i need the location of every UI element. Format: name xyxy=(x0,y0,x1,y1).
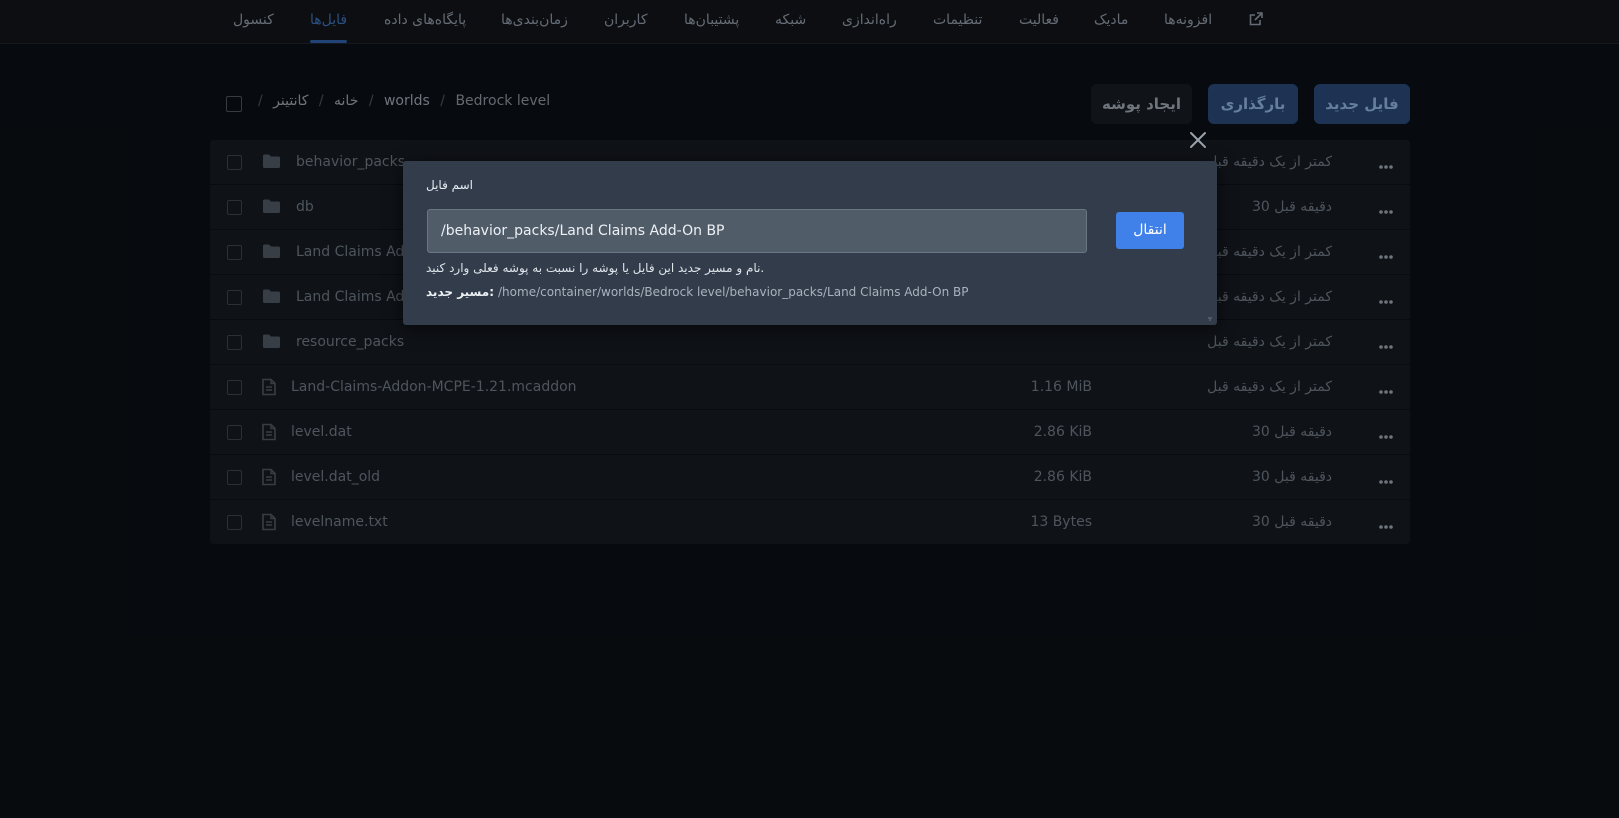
rename-modal: اسم فایل انتقال نام و مسیر جدید این فایل… xyxy=(403,161,1217,325)
modal-help-text: نام و مسیر جدید این فایل یا پوشه را نسبت… xyxy=(426,261,765,275)
new-path-value: /home/container/worlds/Bedrock level/beh… xyxy=(498,285,969,299)
file-name-label: اسم فایل xyxy=(426,178,474,192)
move-button[interactable]: انتقال xyxy=(1116,212,1184,249)
resize-grip-icon xyxy=(1208,317,1212,321)
file-name-input[interactable] xyxy=(427,209,1087,253)
new-path-label: مسیر جدید: xyxy=(426,285,495,299)
close-icon[interactable] xyxy=(1189,131,1207,149)
modal-backdrop[interactable] xyxy=(0,0,1619,818)
new-path-display: مسیر جدید:/home/container/worlds/Bedrock… xyxy=(426,285,969,299)
